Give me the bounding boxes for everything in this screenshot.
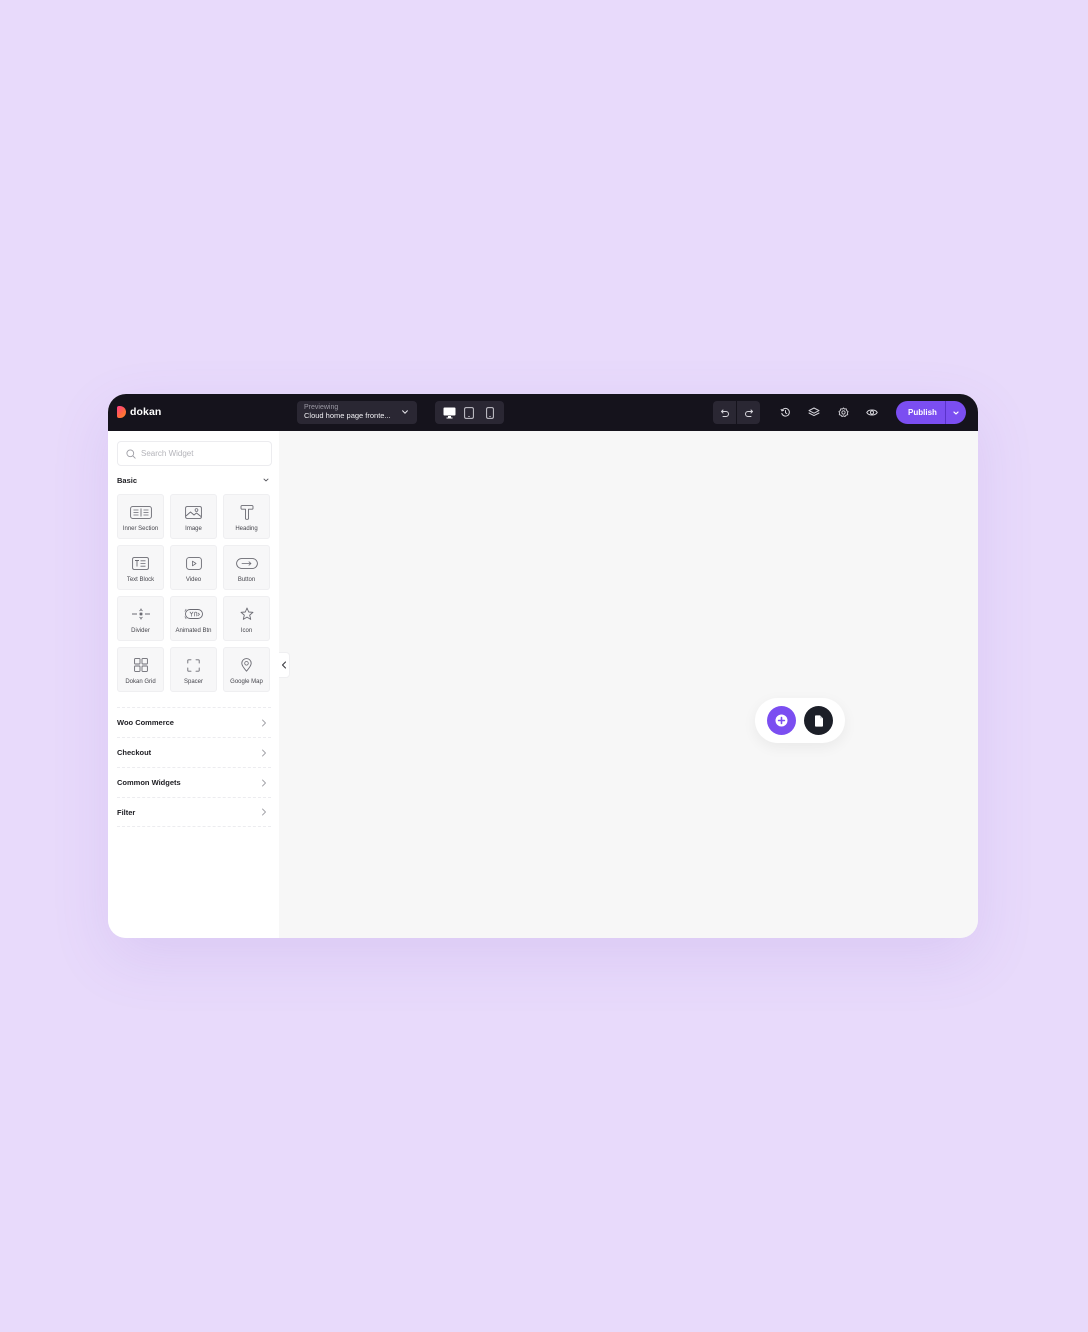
brand-name: dokan xyxy=(130,406,162,418)
section-title: Basic xyxy=(117,475,138,485)
publish-button-group: Publish xyxy=(896,401,966,424)
preview-label: Previewing xyxy=(304,404,339,411)
widget-sidebar: Basic Inner Section Image Heading Text B… xyxy=(108,431,279,938)
image-icon xyxy=(183,504,205,520)
widget-label: Heading xyxy=(235,526,258,532)
widget-heading[interactable]: Heading xyxy=(223,494,270,539)
top-bar: dokan Previewing Cloud home page fronte.… xyxy=(108,394,978,431)
widget-label: Divider xyxy=(131,628,150,634)
layers-icon xyxy=(808,407,820,416)
publish-button[interactable]: Publish xyxy=(896,401,945,424)
map-pin-icon xyxy=(236,657,258,673)
widget-button[interactable]: Button xyxy=(223,545,270,590)
undo-button[interactable] xyxy=(713,401,736,424)
preview-button[interactable] xyxy=(864,404,880,420)
widget-label: Animated Btn xyxy=(175,628,212,634)
collapse-sidebar-button[interactable] xyxy=(279,652,290,678)
builder-window: dokan Previewing Cloud home page fronte.… xyxy=(108,394,978,938)
heading-icon xyxy=(236,504,258,520)
history-button[interactable] xyxy=(777,404,793,420)
widget-spacer[interactable]: Spacer xyxy=(170,647,217,692)
spacer-icon xyxy=(183,657,205,673)
chevron-down-icon xyxy=(402,410,408,414)
add-template-button[interactable] xyxy=(804,706,833,735)
add-section-button[interactable] xyxy=(767,706,796,735)
layers-button[interactable] xyxy=(806,404,822,420)
widget-inner-section[interactable]: Inner Section xyxy=(117,494,164,539)
widget-label: Spacer xyxy=(183,679,203,685)
widget-label: Image xyxy=(185,526,202,532)
chevron-right-icon xyxy=(262,749,266,756)
chevron-down-icon xyxy=(263,478,269,482)
file-icon xyxy=(814,714,823,727)
device-mobile-button[interactable] xyxy=(481,404,499,422)
chevron-left-icon xyxy=(281,661,287,669)
widget-label: Button xyxy=(237,577,256,583)
redo-button[interactable] xyxy=(737,401,760,424)
inner-section-icon xyxy=(129,504,152,520)
category-common-widgets[interactable]: Common Widgets xyxy=(117,767,271,797)
widget-label: Text Block xyxy=(126,577,155,583)
chevron-down-icon xyxy=(953,410,959,415)
chevron-right-icon xyxy=(262,719,266,726)
button-icon xyxy=(235,555,258,571)
gear-icon xyxy=(837,406,849,417)
category-label: Woo Commerce xyxy=(117,718,174,727)
divider-icon xyxy=(130,606,152,622)
star-icon xyxy=(236,606,258,622)
brand-logo[interactable]: dokan xyxy=(117,406,161,418)
widget-animated-button[interactable]: Animated Btn xyxy=(170,596,217,641)
widget-video[interactable]: Video xyxy=(170,545,217,590)
category-label: Checkout xyxy=(117,748,152,757)
widget-divider[interactable]: Divider xyxy=(117,596,164,641)
desktop-icon xyxy=(443,407,456,418)
preview-page-select[interactable]: Previewing Cloud home page fronte... xyxy=(297,401,417,424)
widget-text-block[interactable]: Text Block xyxy=(117,545,164,590)
text-block-icon xyxy=(130,555,152,571)
device-switcher xyxy=(435,401,504,424)
widget-google-map[interactable]: Google Map xyxy=(223,647,270,692)
canvas-add-actions xyxy=(755,698,845,743)
widget-dokan-grid[interactable]: Dokan Grid xyxy=(117,647,164,692)
search-input[interactable] xyxy=(141,449,261,458)
basic-section-toggle[interactable]: Basic xyxy=(117,474,270,486)
preview-page-name: Cloud home page fronte... xyxy=(304,411,391,420)
widget-icon[interactable]: Icon xyxy=(223,596,270,641)
video-icon xyxy=(183,555,205,571)
widget-label: Video xyxy=(185,577,202,583)
category-checkout[interactable]: Checkout xyxy=(117,737,271,767)
undo-icon xyxy=(720,409,729,417)
device-tablet-button[interactable] xyxy=(460,404,478,422)
redo-icon xyxy=(744,409,753,417)
plus-circle-icon xyxy=(775,714,788,727)
logo-mark-icon xyxy=(117,406,126,418)
widget-label: Icon xyxy=(240,628,253,634)
widget-image[interactable]: Image xyxy=(170,494,217,539)
basic-widget-grid: Inner Section Image Heading Text Block V… xyxy=(117,494,271,692)
mobile-icon xyxy=(485,406,494,419)
history-icon xyxy=(780,407,790,417)
chevron-right-icon xyxy=(262,808,266,816)
chevron-right-icon xyxy=(262,779,266,786)
category-label: Common Widgets xyxy=(117,778,181,787)
widget-label: Inner Section xyxy=(122,526,159,532)
widget-label: Google Map xyxy=(230,679,263,685)
editor-canvas[interactable] xyxy=(279,431,978,938)
widget-label: Dokan Grid xyxy=(125,679,156,685)
tablet-icon xyxy=(464,406,475,419)
category-woo-commerce[interactable]: Woo Commerce xyxy=(117,707,271,737)
eye-icon xyxy=(866,409,878,415)
publish-options-button[interactable] xyxy=(946,401,966,424)
widget-categories: Woo Commerce Checkout Common Widgets Fil… xyxy=(117,707,271,827)
animated-button-icon xyxy=(183,606,205,622)
category-label: Filter xyxy=(117,807,136,817)
category-filter[interactable]: Filter xyxy=(117,797,271,827)
grid-icon xyxy=(130,657,152,673)
device-desktop-button[interactable] xyxy=(440,404,458,422)
widget-search xyxy=(117,441,272,466)
settings-button[interactable] xyxy=(835,404,851,420)
history-controls xyxy=(713,401,760,424)
search-icon xyxy=(126,448,136,459)
